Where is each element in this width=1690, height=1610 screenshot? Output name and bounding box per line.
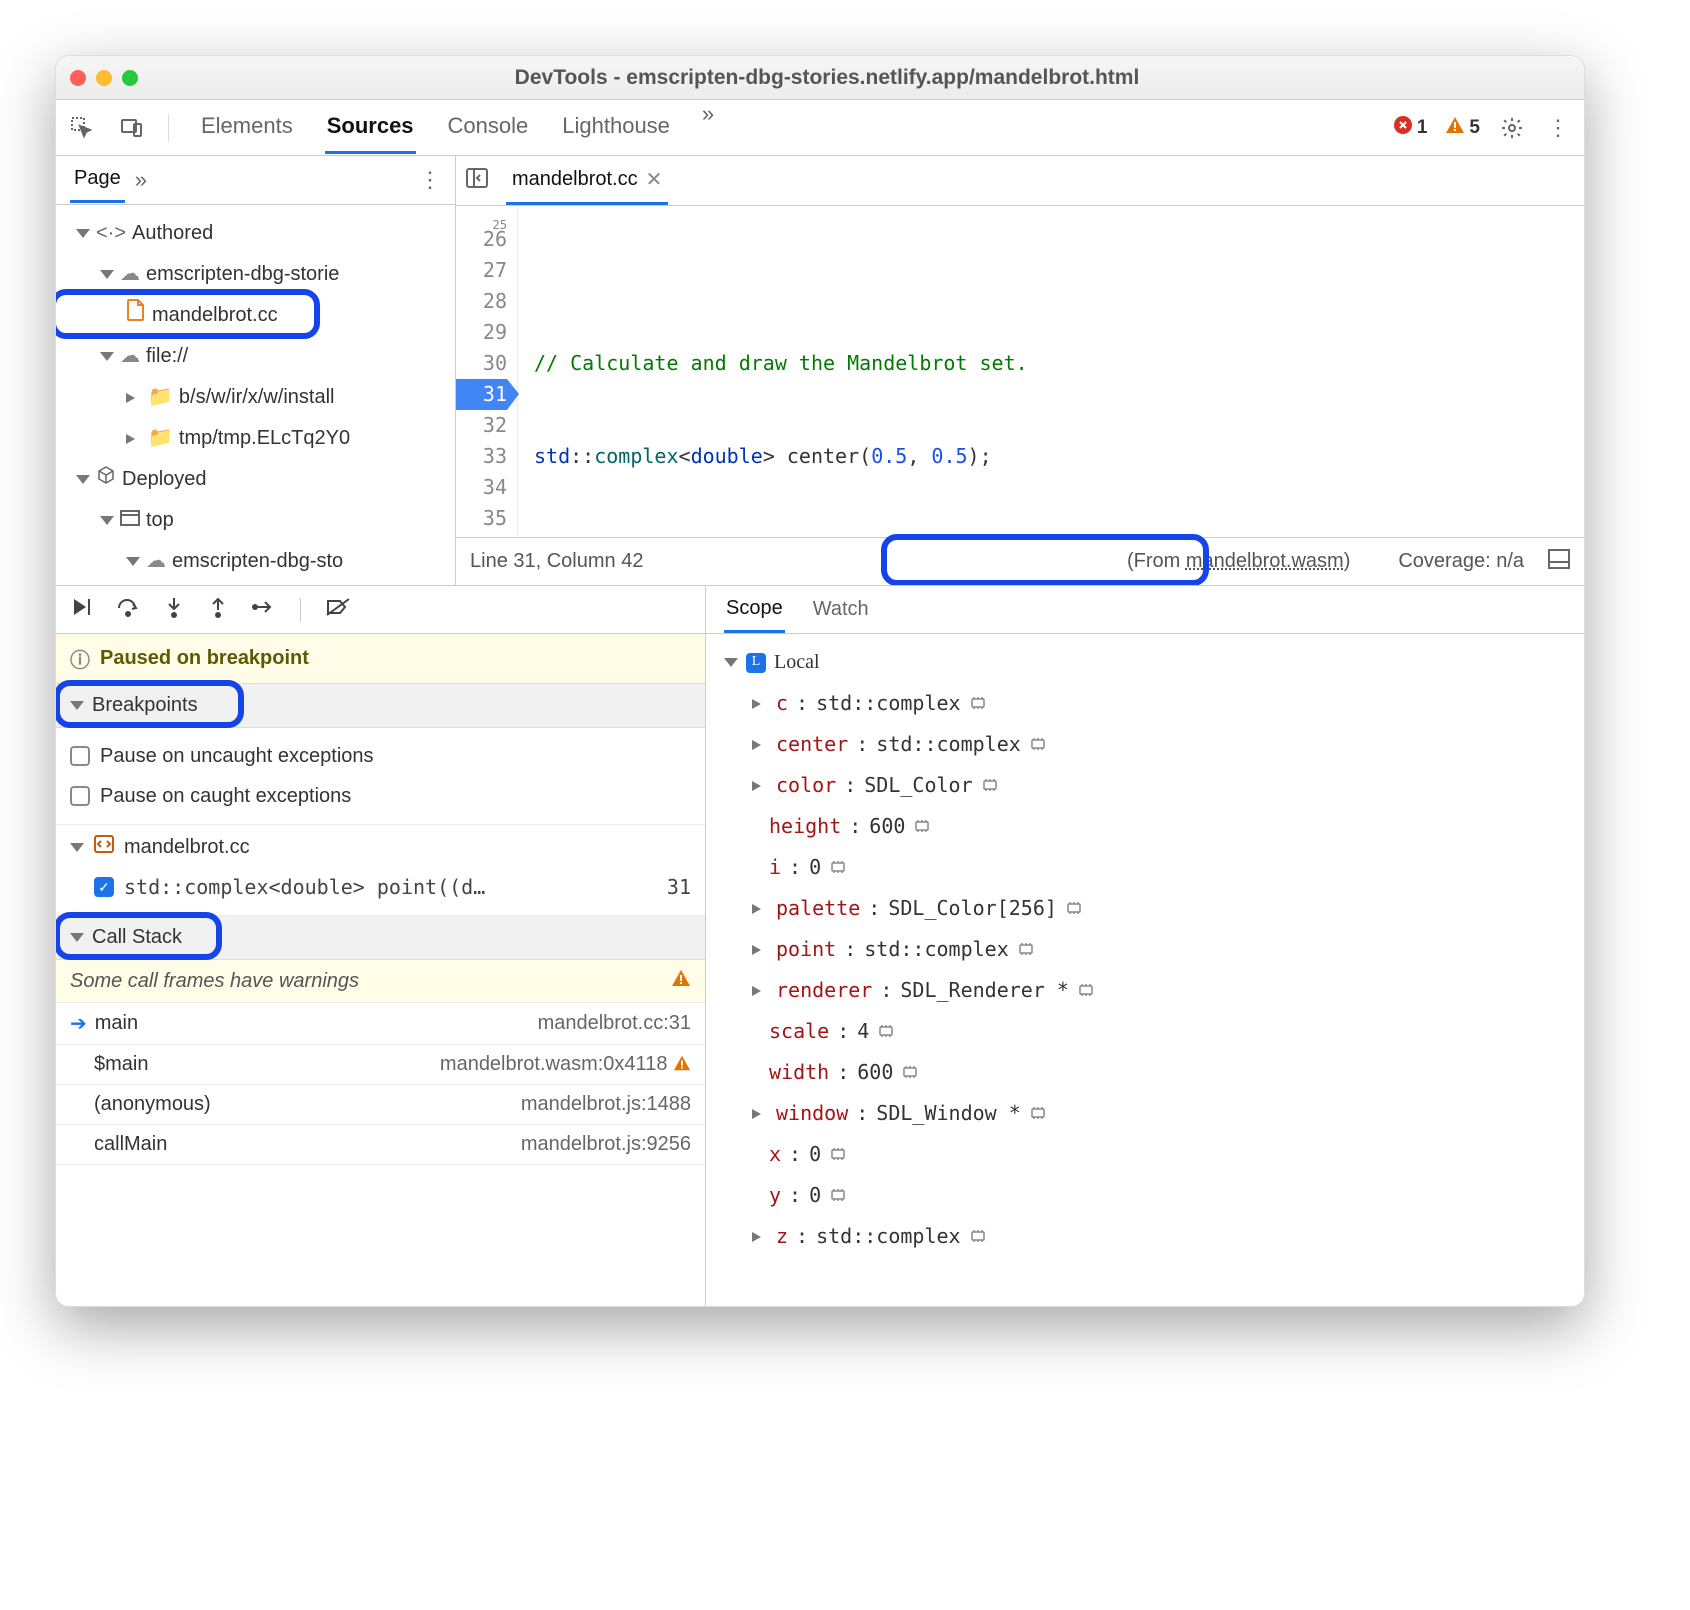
breakpoint-entry[interactable]: ✓ std::complex<double> point((d… 31 — [70, 867, 691, 907]
more-tabs-icon[interactable]: » — [702, 101, 714, 154]
tree-domain-deployed[interactable]: ☁emscripten-dbg-sto — [62, 541, 449, 582]
resume-icon[interactable] — [70, 596, 92, 624]
scope-variable[interactable]: scale: 4 — [724, 1011, 1566, 1052]
cloud-icon: ☁ — [146, 541, 166, 582]
tree-folder-install[interactable]: 📁b/s/w/ir/x/w/install — [62, 377, 449, 418]
sidebar-tab-page[interactable]: Page — [70, 157, 125, 203]
tree-domain-authored[interactable]: ☁emscripten-dbg-storie — [62, 254, 449, 295]
scope-variable[interactable]: y: 0 — [724, 1175, 1566, 1216]
tree-file-protocol[interactable]: ☁file:// — [62, 336, 449, 377]
device-toggle-icon[interactable] — [118, 114, 146, 142]
window-title: DevTools - emscripten-dbg-stories.netlif… — [148, 66, 1506, 90]
file-icon — [126, 295, 146, 336]
callstack-warning: Some call frames have warnings — [56, 960, 705, 1003]
callstack-frame[interactable]: callMainmandelbrot.js:9256 — [56, 1125, 705, 1165]
coverage-label: Coverage: n/a — [1398, 550, 1524, 573]
file-tree: <·>Authored ☁emscripten-dbg-storie mande… — [56, 205, 455, 585]
window-icon — [120, 500, 140, 541]
kebab-menu-icon[interactable]: ⋮ — [1544, 114, 1572, 142]
sidebar-menu-icon[interactable]: ⋮ — [419, 167, 441, 193]
cloud-icon: ☁ — [120, 336, 140, 377]
step-out-icon[interactable] — [208, 596, 228, 624]
warning-count-badge[interactable]: 5 — [1445, 115, 1480, 141]
source-file-icon — [94, 827, 114, 867]
scope-variable[interactable]: renderer: SDL_Renderer * — [724, 970, 1566, 1011]
pause-uncaught-toggle[interactable]: Pause on uncaught exceptions — [70, 736, 691, 776]
scope-variable[interactable]: width: 600 — [724, 1052, 1566, 1093]
close-tab-icon[interactable]: ✕ — [646, 167, 663, 192]
tab-lighthouse[interactable]: Lighthouse — [560, 101, 672, 154]
editor-tab-mandelbrot[interactable]: mandelbrot.cc✕ — [506, 157, 668, 205]
cursor-position: Line 31, Column 42 — [470, 550, 643, 573]
pause-banner: ⓘ Paused on breakpoint — [56, 634, 705, 684]
tree-authored[interactable]: <·>Authored — [62, 213, 449, 254]
sidebar-more-tabs-icon[interactable]: » — [135, 167, 147, 193]
section-breakpoints[interactable]: Breakpoints — [56, 684, 705, 728]
scope-variable[interactable]: color: SDL_Color — [724, 765, 1566, 806]
debugger-toolbar — [56, 586, 705, 634]
scope-local[interactable]: LLocal — [724, 642, 1566, 683]
step-over-icon[interactable] — [116, 596, 140, 624]
scope-variable[interactable]: center: std::complex — [724, 724, 1566, 765]
step-into-icon[interactable] — [164, 596, 184, 624]
sources-sidebar: Page » ⋮ <·>Authored ☁emscripten-dbg-sto… — [56, 156, 456, 585]
warning-icon — [1445, 115, 1465, 141]
tree-file-mandelbrot[interactable]: mandelbrot.cc — [62, 295, 449, 336]
tab-elements[interactable]: Elements — [199, 101, 295, 154]
code-content[interactable]: // Calculate and draw the Mandelbrot set… — [518, 206, 1584, 537]
scope-variable[interactable]: c: std::complex — [724, 683, 1566, 724]
source-origin[interactable]: (From mandelbrot.wasm) — [1127, 550, 1350, 573]
step-icon[interactable] — [252, 596, 276, 624]
window-titlebar: DevTools - emscripten-dbg-stories.netlif… — [56, 56, 1584, 100]
minimize-window-button[interactable] — [96, 70, 112, 86]
folder-icon: 📁 — [148, 377, 173, 418]
code-editor: mandelbrot.cc✕ 25 2627282930 31 32333435… — [456, 156, 1584, 585]
debugger-panel: ⓘ Paused on breakpoint Breakpoints Pause… — [56, 586, 706, 1306]
scope-variable[interactable]: window: SDL_Window * — [724, 1093, 1566, 1134]
tree-deployed[interactable]: Deployed — [62, 459, 449, 500]
scope-variable[interactable]: height: 600 — [724, 806, 1566, 847]
error-icon — [1393, 115, 1413, 141]
close-window-button[interactable] — [70, 70, 86, 86]
zoom-window-button[interactable] — [122, 70, 138, 86]
toggle-navigator-icon[interactable] — [466, 167, 488, 195]
tab-console[interactable]: Console — [446, 101, 531, 154]
pause-caught-toggle[interactable]: Pause on caught exceptions — [70, 776, 691, 816]
deactivate-breakpoints-icon[interactable] — [325, 596, 351, 624]
cube-icon — [96, 459, 116, 500]
folder-icon: 📁 — [148, 418, 173, 459]
cloud-icon: ☁ — [120, 254, 140, 295]
editor-statusbar: Line 31, Column 42 (From mandelbrot.wasm… — [456, 537, 1584, 585]
devtools-toolbar: Elements Sources Console Lighthouse » 1 … — [56, 100, 1584, 156]
tree-folder-tmp[interactable]: 📁tmp/tmp.ELcTq2Y0 — [62, 418, 449, 459]
section-call-stack[interactable]: Call Stack — [56, 916, 705, 960]
breakpoint-file[interactable]: mandelbrot.cc — [70, 827, 691, 867]
tab-watch[interactable]: Watch — [813, 598, 869, 621]
callstack-frame[interactable]: $mainmandelbrot.wasm:0x4118 — [56, 1045, 705, 1085]
tab-scope[interactable]: Scope — [724, 587, 785, 633]
toggle-bottom-icon[interactable] — [1548, 548, 1570, 576]
scope-variable[interactable]: point: std::complex — [724, 929, 1566, 970]
scope-variable[interactable]: i: 0 — [724, 847, 1566, 888]
error-count-badge[interactable]: 1 — [1393, 115, 1428, 141]
warning-icon — [671, 968, 691, 994]
scope-variable[interactable]: z: std::complex — [724, 1216, 1566, 1257]
info-icon: ⓘ — [70, 644, 90, 673]
line-gutter[interactable]: 25 2627282930 31 323334353637 — [456, 206, 518, 537]
inspect-element-icon[interactable] — [68, 114, 96, 142]
scope-panel: Scope Watch LLocal c: std::complex cente… — [706, 586, 1584, 1306]
scope-variable[interactable]: x: 0 — [724, 1134, 1566, 1175]
tab-sources[interactable]: Sources — [325, 101, 416, 154]
scope-variable[interactable]: palette: SDL_Color[256] — [724, 888, 1566, 929]
tree-top[interactable]: top — [62, 500, 449, 541]
settings-icon[interactable] — [1498, 114, 1526, 142]
callstack-frame[interactable]: ➔mainmandelbrot.cc:31 — [56, 1003, 705, 1045]
callstack-frame[interactable]: (anonymous)mandelbrot.js:1488 — [56, 1085, 705, 1125]
